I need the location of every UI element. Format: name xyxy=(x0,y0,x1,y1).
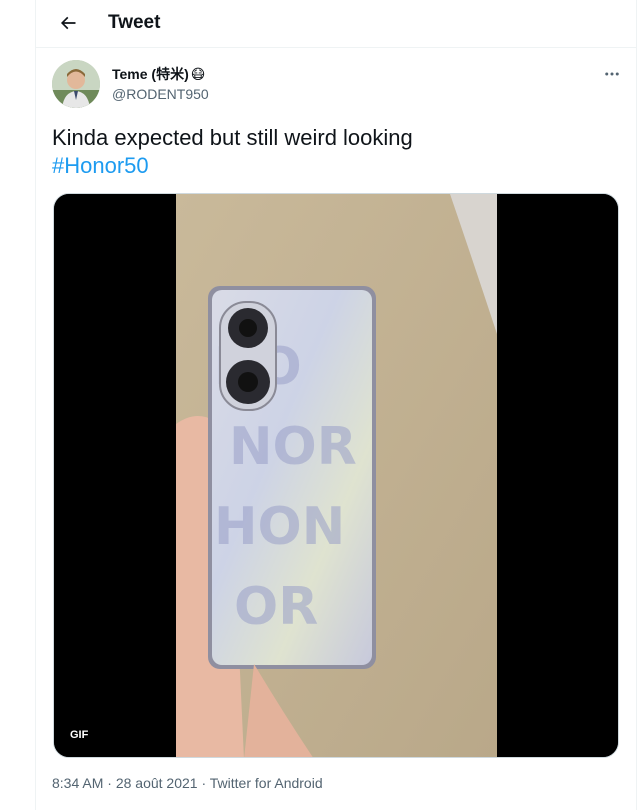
display-name: Teme (特米) xyxy=(112,66,189,82)
svg-text:HON: HON xyxy=(214,497,345,557)
face-mask-emoji: 😷 xyxy=(190,65,206,82)
author-name[interactable]: Teme (特米) 😷 xyxy=(112,64,205,84)
tweet-date[interactable]: 28 août 2021 xyxy=(116,775,198,791)
avatar[interactable] xyxy=(52,60,100,108)
more-horizontal-icon xyxy=(605,72,619,76)
tweet-text: Kinda expected but still weird looking #… xyxy=(52,124,612,180)
gif-badge: GIF xyxy=(70,729,89,741)
page-header: Tweet xyxy=(36,0,636,48)
svg-text:NOR: NOR xyxy=(229,417,357,477)
author-handle[interactable]: @RODENT950 xyxy=(112,86,209,102)
back-button[interactable] xyxy=(52,7,84,39)
page-title: Tweet xyxy=(108,12,161,33)
tweet-metadata: 8:34 AM · 28 août 2021 · Twitter for And… xyxy=(52,775,323,791)
tweet-page: Tweet Teme (特米) 😷 @RODENT950 Kinda expec… xyxy=(35,0,637,810)
arrow-left-icon xyxy=(60,16,76,30)
meta-separator: · xyxy=(103,775,116,791)
avatar-image xyxy=(52,60,100,108)
hashtag-link[interactable]: #Honor50 xyxy=(52,152,612,180)
meta-separator: · xyxy=(197,775,210,791)
tweet-body: Kinda expected but still weird looking xyxy=(52,125,413,150)
gif-frame-image: HO NOR HON OR xyxy=(54,194,618,757)
tweet-time[interactable]: 8:34 AM xyxy=(52,775,103,791)
more-options-button[interactable] xyxy=(602,64,622,84)
tweet-media[interactable]: HO NOR HON OR GIF xyxy=(53,193,619,758)
svg-text:OR: OR xyxy=(234,577,318,637)
tweet-source[interactable]: Twitter for Android xyxy=(210,775,323,791)
